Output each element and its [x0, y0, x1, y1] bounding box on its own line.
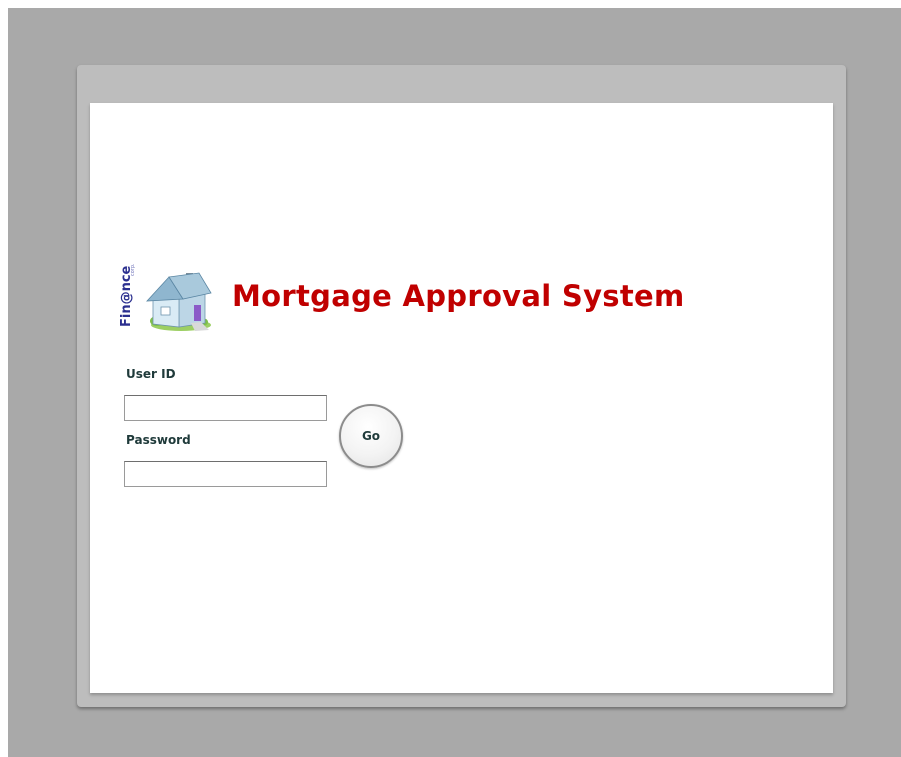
finance-logo-text: Fin@nce corp. [119, 263, 136, 327]
login-panel: Fin@nce corp. Mortgage Approval System U… [90, 103, 833, 693]
user-id-label: User ID [126, 367, 176, 381]
go-button[interactable]: Go [339, 404, 403, 468]
page-background: Fin@nce corp. Mortgage Approval System U… [8, 8, 901, 757]
password-input[interactable] [124, 461, 327, 487]
svg-text:corp.: corp. [130, 263, 136, 276]
house-icon [146, 272, 212, 331]
page-title: Mortgage Approval System [232, 279, 685, 313]
password-label: Password [126, 433, 191, 447]
login-window-frame: Fin@nce corp. Mortgage Approval System U… [77, 65, 846, 707]
user-id-input[interactable] [124, 395, 327, 421]
